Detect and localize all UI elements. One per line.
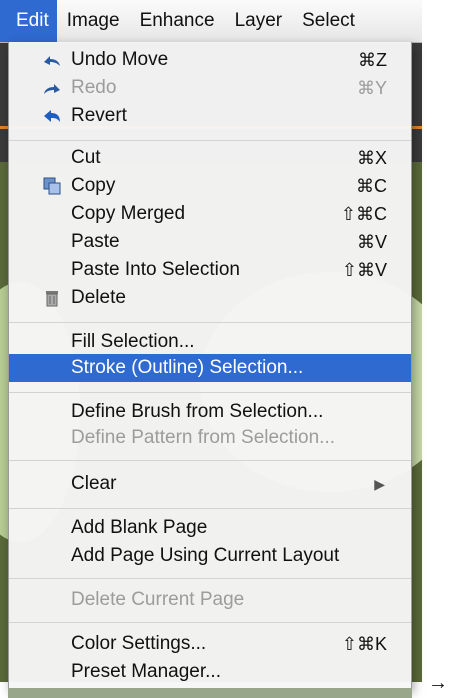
menu-item-label: Paste Into Selection bbox=[71, 259, 240, 280]
trailing-arrow: → bbox=[428, 672, 448, 694]
menu-item-label: Define Pattern from Selection... bbox=[71, 427, 336, 448]
menu-item-delete[interactable]: Delete bbox=[9, 284, 411, 312]
shortcut: ⌘Y bbox=[356, 77, 387, 98]
trash-icon bbox=[41, 287, 63, 309]
menu-item-preset-manager[interactable]: Preset Manager... bbox=[9, 658, 411, 686]
menu-separator bbox=[9, 460, 411, 461]
menu-item-label: Delete bbox=[71, 287, 126, 308]
menu-item-delete-current-page[interactable]: Delete Current Page bbox=[9, 586, 411, 614]
menu-item-revert[interactable]: Revert bbox=[9, 102, 411, 130]
shortcut: ⌘C bbox=[356, 175, 387, 196]
menu-item-copy[interactable]: Copy ⌘C bbox=[9, 172, 411, 200]
menu-item-label: Revert bbox=[71, 105, 127, 126]
menu-separator bbox=[9, 508, 411, 509]
shortcut: ⌘V bbox=[356, 231, 387, 252]
menu-item-label: Preset Manager... bbox=[71, 661, 221, 682]
menu-item-label: Color Settings... bbox=[71, 633, 207, 654]
menu-item-label: Stroke (Outline) Selection... bbox=[71, 357, 304, 378]
menu-item-label: Paste bbox=[71, 231, 120, 252]
menu-item-label: Redo bbox=[71, 77, 117, 98]
menu-edit[interactable]: Edit bbox=[0, 0, 57, 42]
menu-separator bbox=[9, 322, 411, 323]
menu-item-label: Define Brush from Selection... bbox=[71, 401, 324, 422]
copy-icon bbox=[41, 175, 63, 197]
redo-icon bbox=[41, 77, 63, 99]
edit-menu-dropdown: Undo Move ⌘Z Redo ⌘Y Revert Cut ⌘X Copy … bbox=[8, 42, 412, 689]
menu-item-label: Undo Move bbox=[71, 49, 169, 70]
menu-item-label: Copy bbox=[71, 175, 116, 196]
shortcut: ⌘X bbox=[356, 147, 387, 168]
menu-item-label: Delete Current Page bbox=[71, 589, 245, 610]
menu-item-cut[interactable]: Cut ⌘X bbox=[9, 144, 411, 172]
menu-bar: Edit Image Enhance Layer Select bbox=[0, 0, 422, 43]
menu-item-label: Fill Selection... bbox=[71, 331, 195, 352]
menu-enhance[interactable]: Enhance bbox=[130, 0, 225, 42]
menu-item-stroke-selection[interactable]: Stroke (Outline) Selection... bbox=[9, 354, 411, 382]
menu-item-label: Cut bbox=[71, 147, 101, 168]
menu-separator bbox=[9, 578, 411, 579]
shortcut: ⇧⌘V bbox=[341, 259, 387, 280]
revert-icon bbox=[41, 105, 63, 127]
menu-item-define-pattern[interactable]: Define Pattern from Selection... bbox=[9, 424, 411, 452]
menu-item-add-blank-page[interactable]: Add Blank Page bbox=[9, 514, 411, 542]
menu-item-clear[interactable]: Clear ▶ bbox=[9, 470, 411, 498]
menu-item-add-page-using-layout[interactable]: Add Page Using Current Layout bbox=[9, 542, 411, 570]
menu-layer[interactable]: Layer bbox=[225, 0, 293, 42]
menu-item-fill-selection[interactable]: Fill Selection... bbox=[9, 328, 411, 356]
menu-item-color-settings[interactable]: Color Settings... ⇧⌘K bbox=[9, 630, 411, 658]
shortcut: ⇧⌘K bbox=[341, 633, 387, 654]
menu-select[interactable]: Select bbox=[292, 0, 365, 42]
undo-icon bbox=[41, 49, 63, 71]
submenu-arrow-icon: ▶ bbox=[374, 475, 385, 492]
menu-separator bbox=[9, 392, 411, 393]
menu-item-redo[interactable]: Redo ⌘Y bbox=[9, 74, 411, 102]
menu-item-define-brush[interactable]: Define Brush from Selection... bbox=[9, 398, 411, 426]
menu-item-label: Add Page Using Current Layout bbox=[71, 545, 340, 566]
menu-item-label: Copy Merged bbox=[71, 203, 186, 224]
shortcut: ⇧⌘C bbox=[340, 203, 387, 224]
menu-image[interactable]: Image bbox=[57, 0, 130, 42]
menu-item-undo[interactable]: Undo Move ⌘Z bbox=[9, 46, 411, 74]
menu-item-copy-merged[interactable]: Copy Merged ⇧⌘C bbox=[9, 200, 411, 228]
menu-item-paste[interactable]: Paste ⌘V bbox=[9, 228, 411, 256]
shortcut: ⌘Z bbox=[358, 49, 387, 70]
menu-separator bbox=[9, 140, 411, 141]
menu-item-paste-into-selection[interactable]: Paste Into Selection ⇧⌘V bbox=[9, 256, 411, 284]
background-bottom-edge bbox=[8, 688, 412, 698]
menu-item-label: Add Blank Page bbox=[71, 517, 208, 538]
menu-item-label: Clear bbox=[71, 473, 117, 494]
menu-separator bbox=[9, 622, 411, 623]
